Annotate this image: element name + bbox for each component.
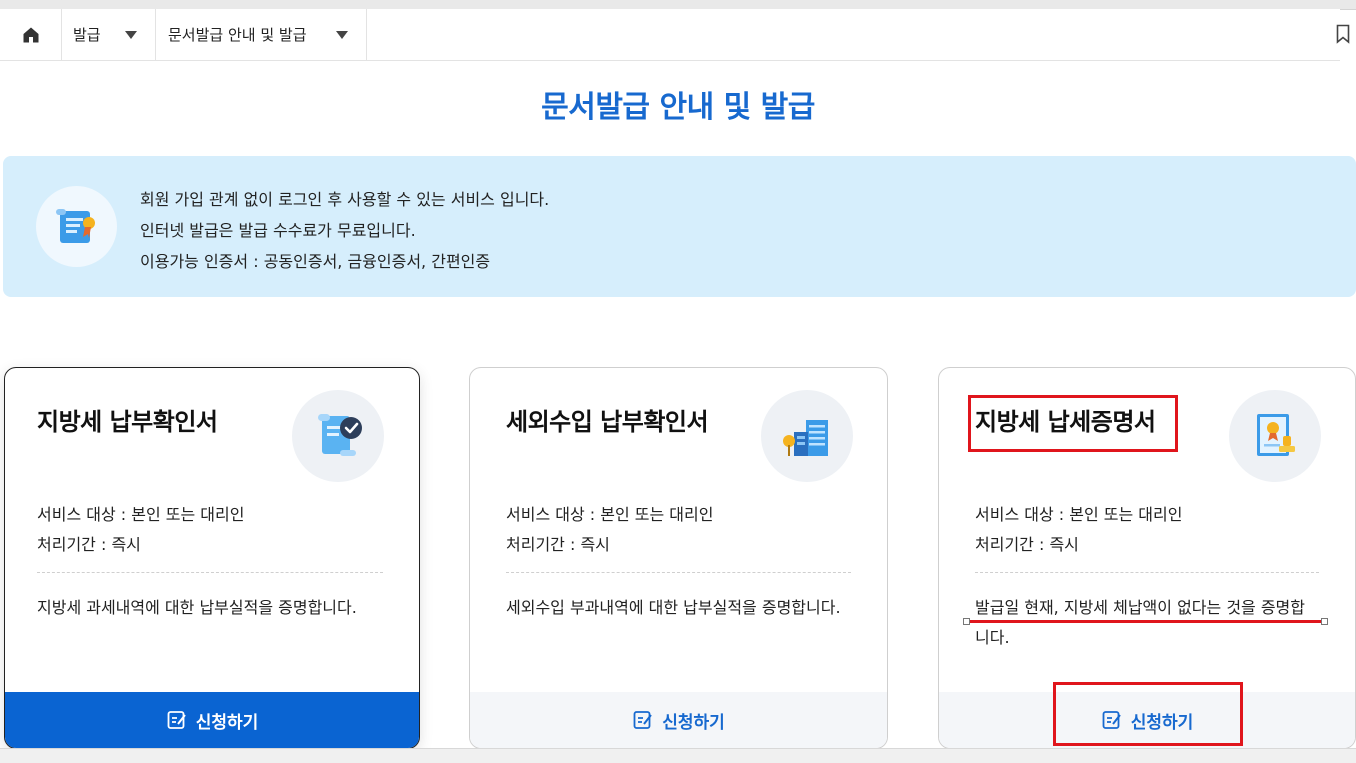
processing-period: 처리기간 : 즉시 (37, 535, 141, 554)
breadcrumb: 발급 문서발급 안내 및 발급 (0, 9, 1340, 61)
notice-line: 인터넷 발급은 발급 수수료가 무료입니다. (140, 221, 416, 240)
notice-line: 회원 가입 관계 없이 로그인 후 사용할 수 있는 서비스 입니다. (140, 190, 550, 209)
home-button[interactable] (0, 9, 62, 60)
highlight-box-title (968, 395, 1178, 452)
selection-handle (1321, 618, 1328, 625)
processing-period: 처리기간 : 즉시 (506, 535, 610, 554)
apply-label: 신청하기 (662, 712, 725, 733)
card-non-tax-payment-confirmation: 세외수입 납부확인서 서비스 대상 : 본인 또는 대리인 처리기간 : 즉시 … (469, 367, 888, 749)
building-icon (761, 390, 853, 482)
apply-label: 신청하기 (195, 712, 259, 733)
card-description: 발급일 현재, 지방세 체납액이 없다는 것을 증명합니다. (975, 598, 1306, 647)
service-target: 서비스 대상 : 본인 또는 대리인 (37, 505, 245, 524)
edit-form-icon (167, 711, 186, 729)
divider (506, 572, 851, 573)
apply-button[interactable]: 신청하기 (470, 692, 887, 748)
bookmark-icon[interactable] (1336, 24, 1350, 44)
page-title: 문서발급 안내 및 발급 (541, 90, 815, 125)
card-meta: 서비스 대상 : 본인 또는 대리인 처리기간 : 즉시 (37, 500, 244, 560)
breadcrumb-item-doc-issue[interactable]: 문서발급 안내 및 발급 (156, 9, 367, 60)
card-meta: 서비스 대상 : 본인 또는 대리인 처리기간 : 즉시 (975, 500, 1182, 560)
certificate-scroll-icon (36, 186, 117, 267)
processing-period: 처리기간 : 즉시 (975, 535, 1079, 554)
card-meta: 서비스 대상 : 본인 또는 대리인 처리기간 : 즉시 (506, 500, 713, 560)
notice-line: 이용가능 인증서 : 공동인증서, 금융인증서, 간편인증 (140, 252, 491, 271)
card-description: 지방세 과세내역에 대한 납부실적을 증명합니다. (37, 598, 357, 617)
breadcrumb-item-issue[interactable]: 발급 (61, 9, 156, 60)
bottom-scroll-area (0, 748, 1356, 763)
service-target: 서비스 대상 : 본인 또는 대리인 (975, 505, 1183, 524)
service-target: 서비스 대상 : 본인 또는 대리인 (506, 505, 714, 524)
card-description: 세외수입 부과내역에 대한 납부실적을 증명합니다. (506, 598, 841, 617)
card-title: 지방세 납부확인서 (37, 408, 218, 436)
breadcrumb-item-label: 발급 (73, 26, 101, 44)
divider (975, 572, 1319, 573)
selection-handle (963, 618, 970, 625)
card-local-tax-payment-confirmation: 지방세 납부확인서 서비스 대상 : 본인 또는 대리인 처리기간 : 즉시 지… (4, 367, 420, 749)
highlight-box-apply (1053, 682, 1243, 746)
breadcrumb-item-label: 문서발급 안내 및 발급 (168, 26, 307, 44)
document-check-icon (292, 390, 384, 482)
card-title: 세외수입 납부확인서 (506, 408, 709, 436)
home-icon (23, 27, 38, 42)
edit-form-icon (633, 711, 653, 729)
caret-down-icon (125, 30, 137, 39)
caret-down-icon (336, 30, 348, 39)
notice-text: 회원 가입 관계 없이 로그인 후 사용할 수 있는 서비스 입니다. 인터넷 … (140, 184, 549, 277)
divider (37, 572, 383, 573)
highlight-underline (967, 620, 1325, 623)
certificate-stamp-icon (1229, 390, 1321, 482)
apply-button[interactable]: 신청하기 (5, 692, 419, 748)
notice-banner: 회원 가입 관계 없이 로그인 후 사용할 수 있는 서비스 입니다. 인터넷 … (3, 156, 1356, 297)
